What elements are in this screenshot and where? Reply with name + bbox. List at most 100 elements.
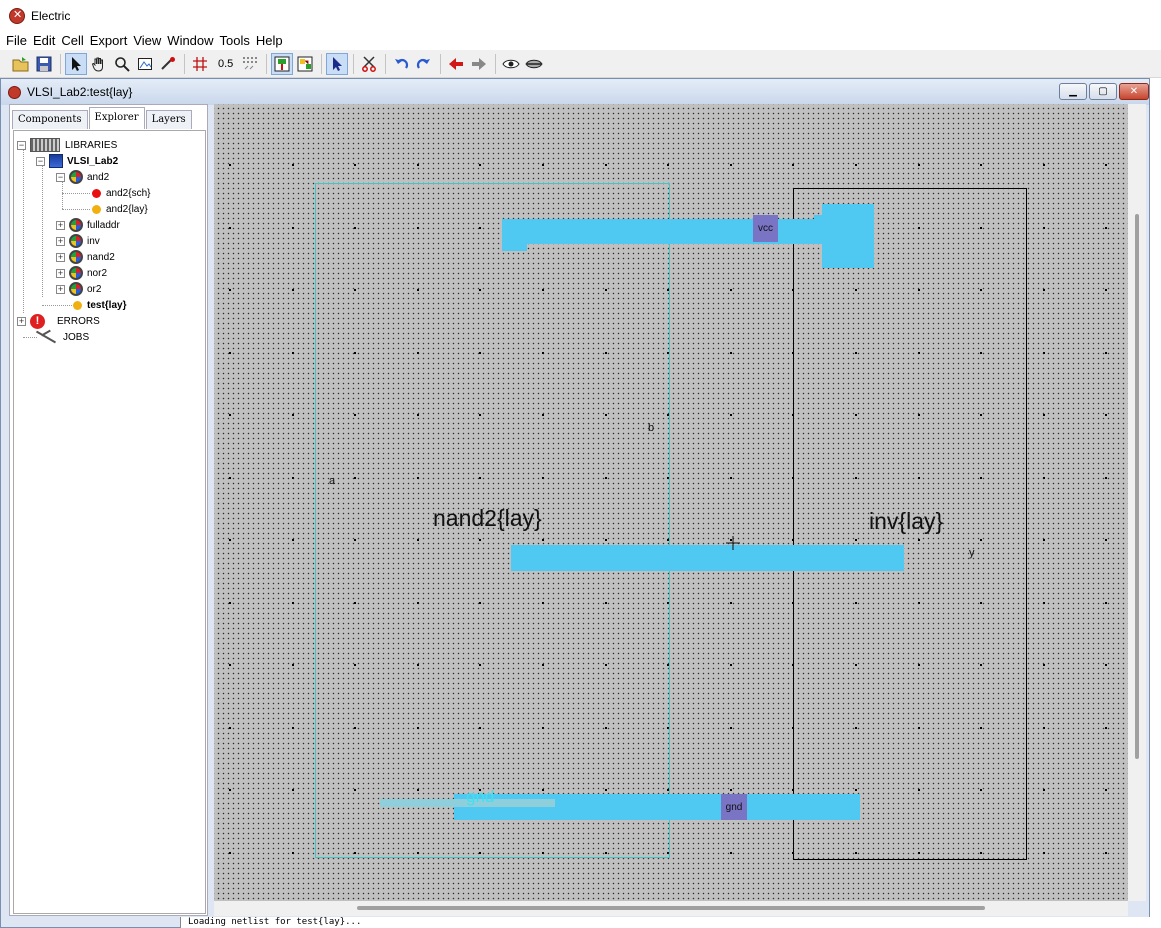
- tree-item-cell[interactable]: + nor2: [56, 265, 107, 281]
- vcc-metal-contact[interactable]: [822, 204, 874, 268]
- tree-item-cell[interactable]: + nand2: [56, 249, 115, 265]
- gnd-metal-wire[interactable]: [454, 794, 860, 820]
- vcc-metal-wire[interactable]: [502, 239, 527, 251]
- tree-item-cell[interactable]: + inv: [56, 233, 100, 249]
- redo-icon[interactable]: [413, 53, 435, 75]
- port-label-a[interactable]: a: [329, 475, 335, 487]
- grid-major-dot: [229, 789, 231, 791]
- measure-icon[interactable]: [157, 53, 179, 75]
- grid-major-dot: [1105, 477, 1107, 479]
- menu-help[interactable]: Help: [253, 33, 286, 48]
- vcc-pin[interactable]: vcc: [753, 215, 778, 242]
- expand-icon[interactable]: +: [17, 316, 26, 326]
- tree-item-libraries[interactable]: − LIBRARIES: [17, 137, 117, 153]
- expand-icon[interactable]: +: [56, 252, 65, 262]
- undo-icon[interactable]: [390, 53, 412, 75]
- outline-edit-icon[interactable]: [134, 53, 156, 75]
- grid-major-dot: [292, 602, 294, 604]
- zoom-icon[interactable]: [111, 53, 133, 75]
- cell-group-icon: [69, 234, 83, 248]
- inv-instance-label[interactable]: inv{lay}: [869, 508, 943, 535]
- grid-major-dot: [229, 352, 231, 354]
- layout-mode-icon[interactable]: [271, 52, 294, 75]
- gnd-pin[interactable]: gnd: [721, 794, 747, 820]
- menu-view[interactable]: View: [130, 33, 164, 48]
- collapse-icon[interactable]: −: [17, 140, 26, 150]
- expand-icon[interactable]: +: [56, 220, 65, 230]
- grid-major-dot: [292, 164, 294, 166]
- layout-view-icon: [73, 300, 82, 310]
- explorer-panel: Components Explorer Layers − LIBRARIES −…: [9, 104, 208, 916]
- nand2-instance-label[interactable]: nand2{lay}: [433, 505, 542, 532]
- vertical-scrollbar[interactable]: [1128, 104, 1146, 901]
- cut-icon[interactable]: [358, 53, 380, 75]
- tab-explorer[interactable]: Explorer: [88, 107, 145, 129]
- tree-item-cell[interactable]: − and2: [56, 169, 109, 185]
- tree-item-label: test{lay}: [87, 299, 127, 311]
- tree-item-label: VLSI_Lab2: [67, 155, 119, 167]
- grid-major-dot: [229, 727, 231, 729]
- tab-components[interactable]: Components: [12, 110, 88, 129]
- back-arrow-icon[interactable]: [445, 53, 467, 75]
- open-icon[interactable]: [10, 53, 32, 75]
- grid-major-dot: [730, 164, 732, 166]
- maximize-button[interactable]: ▢: [1089, 83, 1117, 100]
- hide-icon[interactable]: [523, 53, 545, 75]
- horizontal-scroll-thumb[interactable]: [357, 906, 985, 910]
- grid-major-dot: [1043, 414, 1045, 416]
- vertical-scroll-thumb[interactable]: [1135, 214, 1139, 759]
- horizontal-scrollbar[interactable]: [214, 901, 1128, 916]
- menu-cell[interactable]: Cell: [58, 33, 86, 48]
- collapse-icon[interactable]: −: [36, 156, 45, 166]
- grid-major-dot: [1105, 789, 1107, 791]
- gnd-export-label[interactable]: gnd: [466, 787, 494, 807]
- port-label-b[interactable]: b: [648, 422, 654, 434]
- select-arrow-icon[interactable]: [65, 52, 87, 75]
- menu-window[interactable]: Window: [164, 33, 216, 48]
- align-grid-icon[interactable]: [239, 53, 261, 75]
- app-title: Electric: [31, 8, 71, 23]
- toolbar-separator: [495, 53, 497, 74]
- document-title-bar[interactable]: VLSI_Lab2:test{lay} ▁ ▢ ✕: [1, 79, 1149, 105]
- save-icon[interactable]: [33, 53, 55, 75]
- expand-icon[interactable]: +: [56, 268, 65, 278]
- explorer-tree: − LIBRARIES − VLSI_Lab2 − and2 and2{sch}…: [13, 130, 206, 914]
- grid-major-dot: [1105, 539, 1107, 541]
- collapse-icon[interactable]: −: [56, 172, 65, 182]
- tree-item-cell[interactable]: + fulladdr: [56, 217, 120, 233]
- layout-canvas[interactable]: vcc gnd gnd b a y nand2{lay} inv{lay}: [214, 104, 1128, 901]
- grid-major-dot: [229, 477, 231, 479]
- tab-layers[interactable]: Layers: [145, 110, 192, 129]
- tree-item-errors[interactable]: + ! ERRORS: [17, 313, 100, 329]
- toolbar-separator: [266, 53, 268, 74]
- tree-item-cell-view[interactable]: and2{sch}: [92, 185, 151, 201]
- tree-item-label: or2: [87, 283, 102, 295]
- menu-file[interactable]: File: [3, 33, 30, 48]
- tree-item-library[interactable]: − VLSI_Lab2: [36, 153, 118, 169]
- tree-item-jobs[interactable]: JOBS: [35, 329, 89, 345]
- pan-hand-icon[interactable]: [88, 53, 110, 75]
- minimize-button[interactable]: ▁: [1059, 83, 1087, 100]
- grid-major-dot: [292, 789, 294, 791]
- expand-icon[interactable]: +: [56, 284, 65, 294]
- select-objects-icon[interactable]: [326, 52, 349, 75]
- cell-group-icon: [69, 266, 83, 280]
- menu-export[interactable]: Export: [87, 33, 131, 48]
- output-metal-wire[interactable]: [511, 545, 904, 571]
- grid-icon[interactable]: [189, 53, 211, 75]
- tree-item-cell-view[interactable]: and2{lay}: [92, 201, 148, 217]
- close-button[interactable]: ✕: [1119, 83, 1149, 100]
- menu-edit[interactable]: Edit: [30, 33, 58, 48]
- view-icon[interactable]: [500, 53, 522, 75]
- grid-size[interactable]: 0.5: [212, 58, 239, 70]
- port-label-y[interactable]: y: [969, 547, 975, 559]
- tree-connector: [42, 161, 43, 297]
- tree-item-label: and2{lay}: [106, 203, 148, 215]
- expand-icon[interactable]: +: [56, 236, 65, 246]
- forward-arrow-icon[interactable]: [468, 53, 490, 75]
- tree-item-cell-view[interactable]: test{lay}: [73, 297, 126, 313]
- schematic-mode-icon[interactable]: [294, 53, 316, 75]
- tree-item-cell[interactable]: + or2: [56, 281, 101, 297]
- grid-major-dot: [229, 602, 231, 604]
- menu-tools[interactable]: Tools: [217, 33, 253, 48]
